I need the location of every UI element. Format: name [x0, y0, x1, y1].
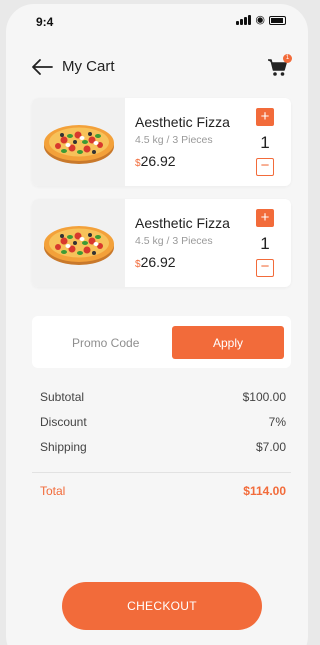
total-value: $114.00 [243, 484, 286, 498]
quantity-value: 1 [260, 234, 270, 253]
shipping-value: $7.00 [255, 440, 286, 454]
discount-value: 7% [268, 415, 286, 429]
decrease-quantity-button[interactable]: − [256, 259, 274, 277]
shipping-label: Shipping [40, 440, 87, 454]
checkout-button[interactable]: CHECKOUT [62, 582, 262, 630]
subtotal-value: $100.00 [242, 390, 286, 404]
total-label: Total [40, 484, 66, 498]
back-arrow-icon[interactable] [31, 57, 53, 77]
status-time: 9:4 [36, 15, 54, 29]
price-value: 26.92 [140, 153, 176, 169]
pizza-icon [44, 125, 114, 164]
price-value: 26.92 [140, 254, 176, 270]
header: My Cart 1 [6, 52, 308, 82]
status-bar: 9:4 ◉ [6, 4, 308, 40]
item-price: $26.92 [135, 254, 176, 270]
status-icons: ◉ [236, 14, 286, 26]
cart-button[interactable]: 1 [266, 54, 292, 80]
increase-quantity-button[interactable]: + [256, 209, 274, 227]
shipping-row: Shipping $7.00 [40, 440, 286, 456]
wifi-icon: ◉ [255, 14, 265, 26]
item-weight: 4.5 kg / 3 Pieces [135, 134, 213, 146]
cart-item: Aesthetic Fizza 4.5 kg / 3 Pieces $26.92… [32, 98, 291, 186]
page-title: My Cart [62, 58, 115, 75]
pizza-image [32, 98, 125, 186]
apply-button[interactable]: Apply [172, 326, 284, 359]
pizza-icon [44, 226, 114, 265]
subtotal-row: Subtotal $100.00 [40, 390, 286, 406]
quantity-value: 1 [260, 133, 270, 152]
decrease-quantity-button[interactable]: − [256, 158, 274, 176]
item-name: Aesthetic Fizza [135, 114, 230, 130]
battery-icon [269, 15, 286, 25]
discount-row: Discount 7% [40, 415, 286, 431]
cart-item: Aesthetic Fizza 4.5 kg / 3 Pieces $26.92… [32, 199, 291, 287]
pizza-image [32, 199, 125, 287]
increase-quantity-button[interactable]: + [256, 108, 274, 126]
signal-icon [236, 15, 252, 25]
promo-code-bar: Promo Code Apply [32, 316, 291, 368]
discount-label: Discount [40, 415, 87, 429]
total-row: Total $114.00 [40, 484, 286, 500]
cart-badge: 1 [283, 54, 292, 63]
summary-divider [32, 472, 291, 473]
subtotal-label: Subtotal [40, 390, 85, 404]
item-price: $26.92 [135, 153, 176, 169]
promo-code-input[interactable]: Promo Code [72, 336, 139, 350]
item-weight: 4.5 kg / 3 Pieces [135, 235, 213, 247]
phone-screen: 9:4 ◉ My Cart 1 Aesthetic Fizza 4.5 kg /… [6, 4, 308, 645]
item-name: Aesthetic Fizza [135, 215, 230, 231]
